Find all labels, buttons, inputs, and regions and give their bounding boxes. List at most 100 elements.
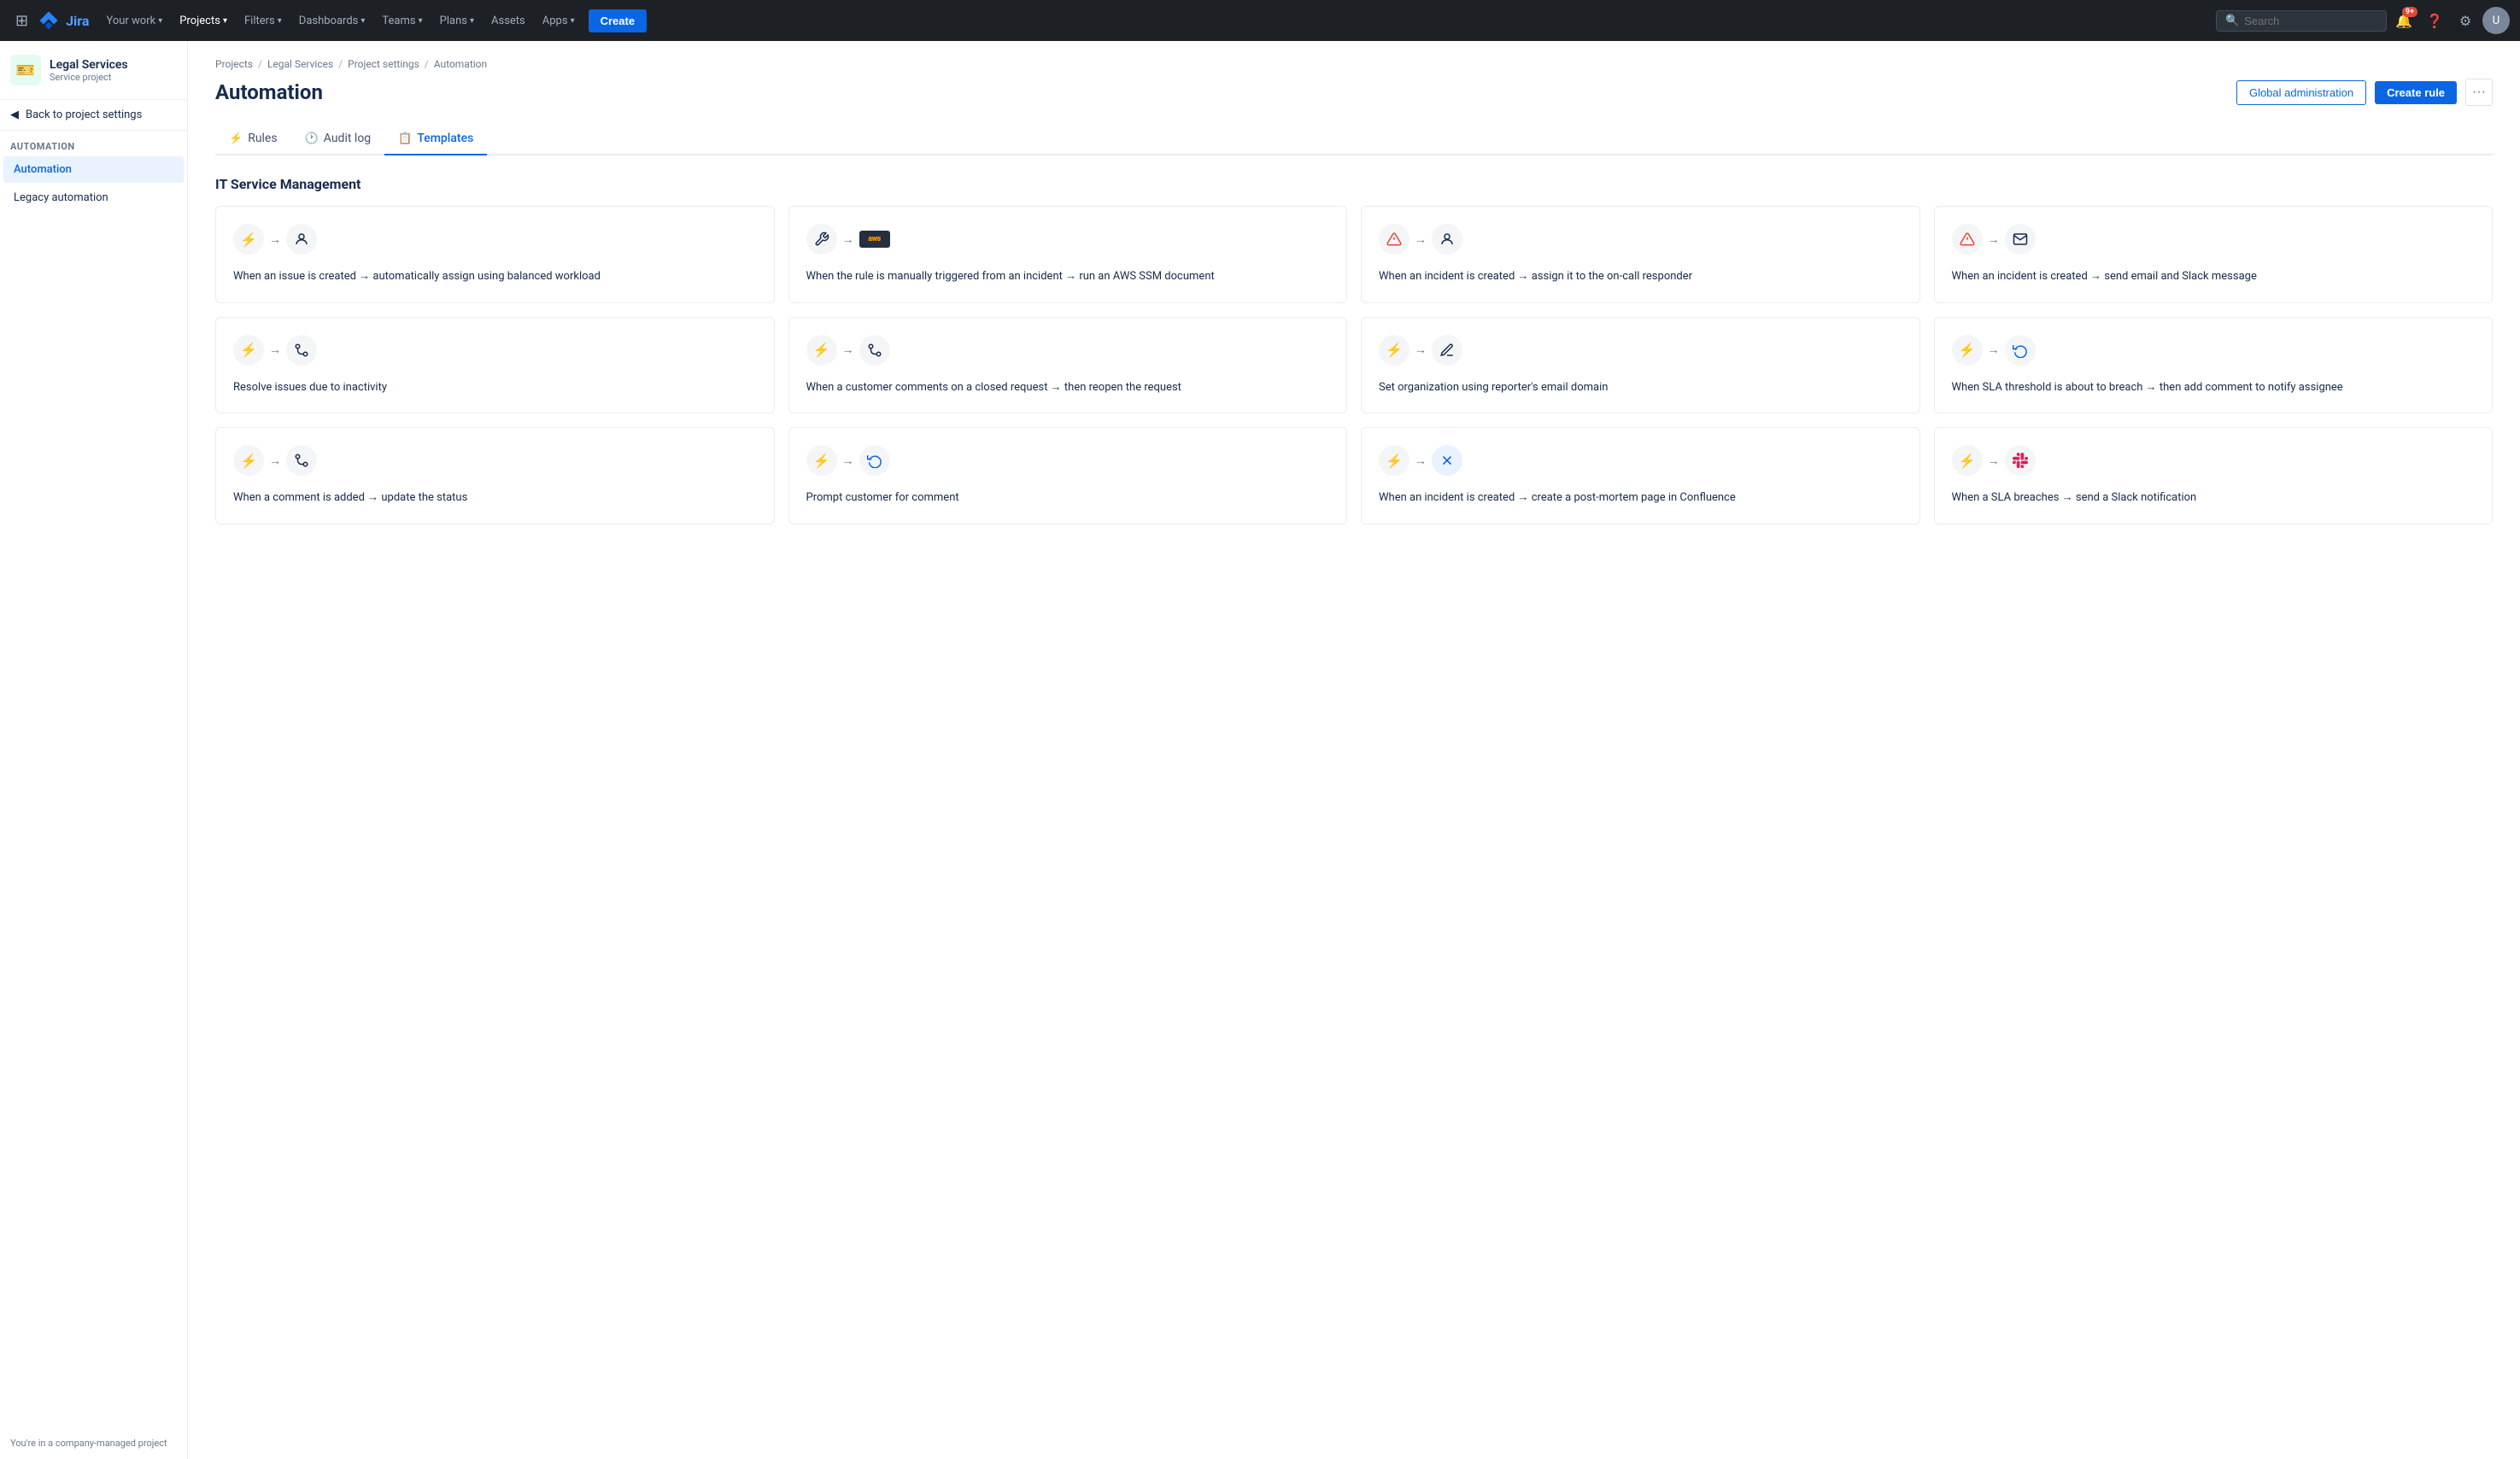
your-work-menu[interactable]: Your work ▾: [99, 9, 169, 32]
create-button[interactable]: Create: [589, 9, 647, 32]
global-administration-button[interactable]: Global administration: [2236, 80, 2366, 105]
teams-menu[interactable]: Teams ▾: [375, 9, 429, 32]
card-1-arrow: →: [269, 232, 281, 247]
plans-menu[interactable]: Plans ▾: [433, 9, 481, 32]
card-11-action-icon: [1432, 445, 1462, 476]
audit-log-icon: 🕐: [305, 132, 319, 145]
card-4-arrow: →: [1988, 232, 2000, 247]
template-card-11[interactable]: ⚡ → When an incident is created → create…: [1361, 427, 1920, 524]
help-button[interactable]: ❓: [2421, 7, 2448, 34]
back-to-project-settings[interactable]: ◀ Back to project settings: [0, 100, 187, 131]
card-5-action-icon: [286, 335, 317, 366]
template-card-10[interactable]: ⚡ → Prompt customer for comment: [788, 427, 1348, 524]
project-type: Service project: [50, 72, 128, 83]
search-input[interactable]: [2244, 15, 2355, 27]
breadcrumb-legal-services[interactable]: Legal Services: [267, 58, 333, 70]
template-card-3[interactable]: → When an incident is created → assign i…: [1361, 206, 1920, 303]
notification-badge: 9+: [2402, 7, 2417, 17]
topnav-icons: 🔔 9+ ❓ ⚙ U: [2390, 7, 2510, 34]
card-7-arrow: →: [1415, 343, 1427, 357]
template-card-2[interactable]: → aws When the rule is manually triggere…: [788, 206, 1348, 303]
card-11-text: When an incident is created → create a p…: [1379, 489, 1902, 507]
card-8-text: When SLA threshold is about to breach → …: [1952, 379, 2476, 396]
tab-rules[interactable]: ⚡ Rules: [215, 123, 291, 155]
dashboards-menu[interactable]: Dashboards ▾: [292, 9, 372, 32]
tab-audit-log[interactable]: 🕐 Audit log: [291, 123, 385, 155]
logo[interactable]: Jira: [37, 9, 89, 32]
itsm-section: IT Service Management ⚡ →: [215, 176, 2493, 524]
template-card-1[interactable]: ⚡ → When an issue is created → automatic…: [215, 206, 775, 303]
card-8-trigger-icon: ⚡: [1952, 335, 1983, 366]
template-card-4[interactable]: → When an incident is created → send ema…: [1934, 206, 2494, 303]
create-rule-button[interactable]: Create rule: [2375, 81, 2457, 104]
template-grid: ⚡ → When an issue is created → automatic…: [215, 206, 2493, 524]
card-9-trigger-icon: ⚡: [233, 445, 264, 476]
card-7-action-icon: [1432, 335, 1462, 366]
card-3-trigger-icon: [1379, 224, 1409, 255]
apps-menu[interactable]: Apps ▾: [536, 9, 582, 32]
card-1-trigger-icon: ⚡: [233, 224, 264, 255]
tab-templates[interactable]: 📋 Templates: [384, 123, 487, 155]
search-box[interactable]: 🔍: [2216, 10, 2387, 32]
template-card-9[interactable]: ⚡ → When a comment is added → update the…: [215, 427, 775, 524]
rules-icon: ⚡: [229, 132, 243, 145]
automation-section-label: AUTOMATION: [0, 131, 187, 155]
card-6-trigger-icon: ⚡: [806, 335, 837, 366]
card-8-arrow: →: [1988, 343, 2000, 357]
sidebar-bottom-text: You're in a company-managed project: [0, 1427, 187, 1459]
card-8-action-icon: [2005, 335, 2036, 366]
page-layout: 🎫 Legal Services Service project ◀ Back …: [0, 41, 2520, 1459]
settings-button[interactable]: ⚙: [2452, 7, 2479, 34]
assets-menu[interactable]: Assets: [484, 9, 532, 32]
card-2-trigger-icon: [806, 224, 837, 255]
card-2-action-icon: aws: [859, 231, 890, 248]
card-2-text: When the rule is manually triggered from…: [806, 268, 1330, 285]
user-avatar[interactable]: U: [2482, 7, 2510, 34]
card-1-action-icon: [286, 224, 317, 255]
notifications-button[interactable]: 🔔 9+: [2390, 7, 2417, 34]
logo-text: Jira: [66, 13, 89, 29]
template-card-7[interactable]: ⚡ → Set organization using reporter's em…: [1361, 317, 1920, 414]
card-9-arrow: →: [269, 454, 281, 468]
card-11-arrow: →: [1415, 454, 1427, 468]
card-12-text: When a SLA breaches → send a Slack notif…: [1952, 489, 2476, 507]
card-6-action-icon: [859, 335, 890, 366]
template-card-12[interactable]: ⚡ → When a SLA breaches → send a Slack n…: [1934, 427, 2494, 524]
projects-menu[interactable]: Projects ▾: [173, 9, 234, 32]
grid-icon[interactable]: ⊞: [10, 7, 33, 35]
card-10-text: Prompt customer for comment: [806, 489, 1330, 507]
card-3-arrow: →: [1415, 232, 1427, 247]
search-icon: 🔍: [2225, 15, 2239, 27]
page-header: Automation Global administration Create …: [215, 79, 2493, 106]
card-12-trigger-icon: ⚡: [1952, 445, 1983, 476]
card-9-text: When a comment is added → update the sta…: [233, 489, 757, 507]
template-card-6[interactable]: ⚡ → When a customer comments on a closed…: [788, 317, 1348, 414]
card-7-trigger-icon: ⚡: [1379, 335, 1409, 366]
card-6-arrow: →: [842, 343, 854, 357]
card-5-arrow: →: [269, 343, 281, 357]
breadcrumb-automation: Automation: [434, 58, 487, 70]
sidebar-project: 🎫 Legal Services Service project: [0, 41, 187, 100]
page-title: Automation: [215, 80, 323, 104]
filters-menu[interactable]: Filters ▾: [237, 9, 289, 32]
card-9-action-icon: [286, 445, 317, 476]
card-10-action-icon: [859, 445, 890, 476]
project-icon: 🎫: [10, 55, 41, 85]
card-12-arrow: →: [1988, 454, 2000, 468]
template-card-8[interactable]: ⚡ → When SLA threshold is about to breac…: [1934, 317, 2494, 414]
card-4-trigger-icon: [1952, 224, 1983, 255]
breadcrumb-projects[interactable]: Projects: [215, 58, 253, 70]
card-2-arrow: →: [842, 232, 854, 247]
card-5-trigger-icon: ⚡: [233, 335, 264, 366]
card-12-action-icon: [2005, 445, 2036, 476]
more-options-button[interactable]: ···: [2465, 79, 2493, 106]
breadcrumb: Projects / Legal Services / Project sett…: [215, 58, 2493, 70]
card-11-trigger-icon: ⚡: [1379, 445, 1409, 476]
project-name: Legal Services: [50, 58, 128, 72]
card-3-text: When an incident is created → assign it …: [1379, 268, 1902, 285]
template-card-5[interactable]: ⚡ → Resolve issues due to inactivity: [215, 317, 775, 414]
sidebar-item-automation[interactable]: Automation: [3, 156, 184, 183]
breadcrumb-project-settings[interactable]: Project settings: [348, 58, 419, 70]
sidebar-item-legacy-automation[interactable]: Legacy automation: [3, 185, 184, 211]
tabs: ⚡ Rules 🕐 Audit log 📋 Templates: [215, 123, 2493, 155]
